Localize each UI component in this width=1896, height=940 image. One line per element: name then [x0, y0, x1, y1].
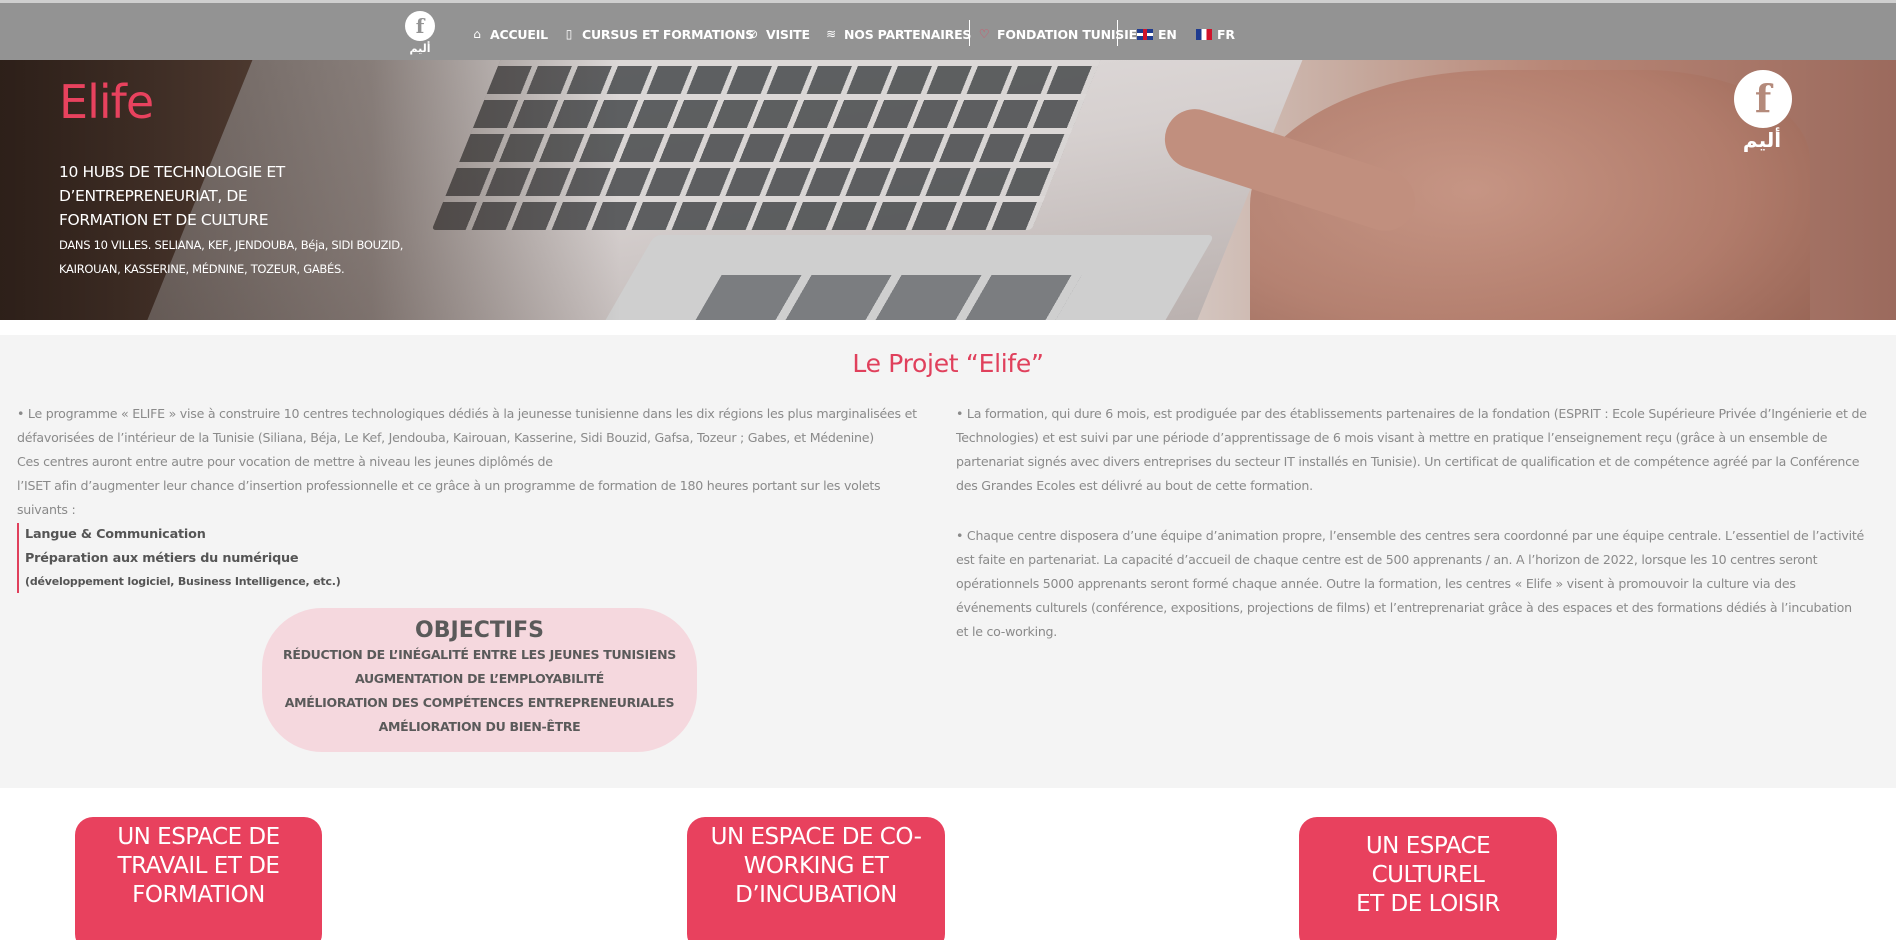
paragraph-line: • Chaque centre disposera d’une équipe d… [956, 528, 1865, 543]
hero-subtitle-line: D’ENTREPRENEURIAT, DE [59, 187, 248, 205]
logo-letter: f [415, 14, 425, 38]
language-en[interactable]: EN [1137, 25, 1177, 43]
heart-icon: ♡ [978, 27, 990, 41]
nav-divider [1117, 20, 1118, 46]
handshake-icon: ≋ [826, 27, 836, 41]
card-line: ET DE LOISIR [1356, 891, 1500, 917]
nav-item-label: NOS PARTENAIRES [844, 26, 972, 42]
objectif-item: AUGMENTATION DE L’EMPLOYABILITÉ [354, 671, 605, 686]
hero-title: Elife [59, 75, 154, 129]
list-item: (développement logiciel, Business Intell… [25, 575, 341, 588]
paragraph-line: défavorisées de l’intérieur de la Tunisi… [17, 430, 874, 445]
card-line: WORKING ET [743, 853, 889, 879]
paragraph-line: • La formation, qui dure 6 mois, est pro… [956, 406, 1867, 421]
hero-banner: Elife 10 HUBS DE TECHNOLOGIE ET D’ENTREP… [0, 60, 1896, 320]
nav-item-cursus[interactable]: ▯ CURSUS ET FORMATIONS [562, 25, 754, 43]
logo-circle: f [405, 11, 435, 41]
hero-subtitle: 10 HUBS DE TECHNOLOGIE ET D’ENTREPRENEUR… [59, 160, 399, 232]
nav-divider [969, 20, 970, 46]
card-label: UN ESPACE CULTUREL ET DE LOISIR [1307, 832, 1549, 919]
card-label: UN ESPACE DE CO- WORKING ET D’INCUBATION [711, 824, 922, 910]
paragraph-line: est faite en partenariat. La capacité d’… [956, 552, 1818, 567]
paragraph-line: opérationnels 5000 apprenants seront for… [956, 576, 1796, 591]
hero-cities-line: DANS 10 VILLES. SELIANA, KEF, JENDOUBA, … [59, 238, 404, 252]
top-navbar: f أليم ⌂ ACCUEIL ▯ CURSUS ET FORMATIONS … [0, 0, 1896, 60]
compass-icon: ⊘ [748, 27, 758, 41]
paragraph-line: des Grandes Ecoles est délivré au bout d… [956, 478, 1313, 493]
paragraph-line: et le co-working. [956, 624, 1058, 639]
hero-logo: f أليم [1730, 70, 1794, 160]
nav-item-label: CURSUS ET FORMATIONS [582, 26, 755, 42]
nav-item-label: FONDATION TUNISIE [997, 26, 1137, 42]
hero-logo-circle: f [1734, 70, 1792, 128]
list-item: Préparation aux métiers du numérique [25, 551, 299, 566]
project-right-text: • La formation, qui dure 6 mois, est pro… [956, 402, 1886, 644]
nav-item-visite[interactable]: ⊘ VISITE [746, 25, 810, 43]
paragraph-line: • Le programme « ELIFE » vise à construi… [17, 406, 917, 421]
hero-subtitle-line: FORMATION ET DE CULTURE [59, 211, 269, 229]
card-espace-coworking[interactable]: UN ESPACE DE CO- WORKING ET D’INCUBATION [687, 817, 945, 940]
card-line: UN ESPACE DE CO- [710, 824, 922, 850]
paragraph-line: événements culturels (conférence, exposi… [956, 600, 1852, 615]
objectifs-box: OBJECTIFS RÉDUCTION DE L’INÉGALITÉ ENTRE… [262, 608, 697, 752]
project-section: Le Projet “Elife” • Le programme « ELIFE… [0, 335, 1896, 788]
hero-cities-line: KAIROUAN, KASSERINE, MÉDNINE, TOZEUR, GA… [59, 262, 345, 276]
objectif-item: RÉDUCTION DE L’INÉGALITÉ ENTRE LES JEUNE… [283, 647, 676, 662]
project-left-text: • Le programme « ELIFE » vise à construi… [17, 402, 927, 522]
hero-logo-arabic: أليم [1742, 128, 1782, 152]
training-topics-list: Langue & Communication Préparation aux m… [17, 523, 341, 593]
home-icon: ⌂ [473, 27, 481, 41]
nav-item-fondation-tunisie[interactable]: ♡ FONDATION TUNISIE [977, 25, 1137, 43]
hero-cities: DANS 10 VILLES. SELIANA, KEF, JENDOUBA, … [59, 233, 439, 281]
card-line: TRAVAIL ET DE [117, 853, 280, 879]
hero-logo-letter: f [1754, 76, 1772, 121]
clipboard-icon: ▯ [565, 27, 573, 41]
card-label: UN ESPACE DE TRAVAIL ET DE FORMATION [117, 824, 280, 910]
card-line: D’INCUBATION [735, 882, 897, 908]
paragraph-line: suivants : [17, 502, 76, 517]
card-line: UN ESPACE DE [117, 824, 280, 850]
hero-subtitle-line: 10 HUBS DE TECHNOLOGIE ET [59, 163, 285, 181]
nav-item-partenaires[interactable]: ≋ NOS PARTENAIRES [824, 25, 971, 43]
france-flag-icon [1196, 28, 1212, 40]
card-espace-culturel[interactable]: UN ESPACE CULTUREL ET DE LOISIR [1299, 817, 1557, 940]
paragraph-line: partenariat signés avec divers entrepris… [956, 454, 1860, 469]
list-item: Langue & Communication [25, 527, 206, 542]
card-espace-travail[interactable]: UN ESPACE DE TRAVAIL ET DE FORMATION [75, 817, 322, 940]
paragraph-line: l’ISET afin d’augmenter leur chance d’in… [17, 478, 881, 493]
paragraph-line: Ces centres auront entre autre pour voca… [17, 454, 553, 469]
objectif-item: AMÉLIORATION DES COMPÉTENCES ENTREPRENEU… [284, 695, 675, 710]
objectifs-title: OBJECTIFS [415, 618, 544, 643]
objectif-item: AMÉLIORATION DU BIEN-ÊTRE [378, 719, 581, 734]
language-label: EN [1158, 26, 1177, 42]
nav-item-label: ACCUEIL [490, 26, 548, 42]
nav-item-label: VISITE [766, 26, 810, 42]
card-line: FORMATION [132, 882, 265, 908]
site-logo[interactable]: f أليم [402, 9, 438, 57]
hero-tablet-image [585, 235, 1215, 320]
language-label: FR [1217, 26, 1235, 42]
nav-item-accueil[interactable]: ⌂ ACCUEIL [470, 25, 548, 43]
logo-arabic-text: أليم [409, 42, 431, 55]
language-fr[interactable]: FR [1196, 25, 1235, 43]
uk-flag-icon [1137, 28, 1153, 40]
paragraph-line: Technologies) et est suivi par une pério… [956, 430, 1828, 445]
project-title: Le Projet “Elife” [852, 349, 1044, 378]
card-line: UN ESPACE CULTUREL [1365, 833, 1491, 888]
